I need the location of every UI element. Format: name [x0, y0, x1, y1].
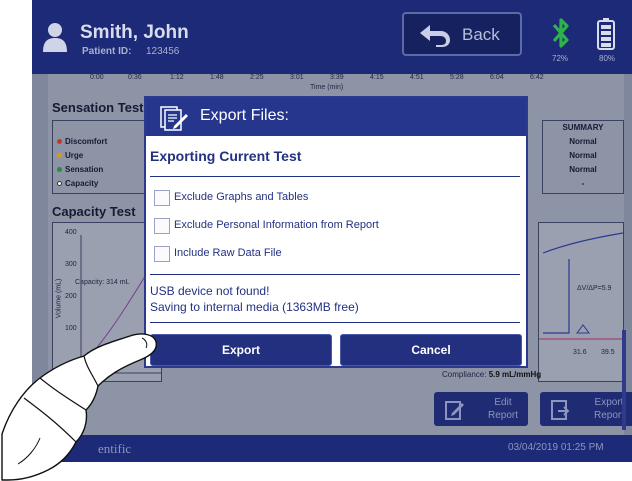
- export-files-icon: [160, 106, 188, 131]
- scrollbar[interactable]: [622, 330, 626, 430]
- exclude-graphs-checkbox[interactable]: [154, 190, 170, 206]
- include-raw-data-label[interactable]: Include Raw Data File: [174, 247, 282, 259]
- compliance-graph: ΔV/ΔP=5.9 31.6 39.5: [538, 222, 624, 382]
- time-tick: 1:12: [170, 74, 184, 81]
- right-tick: 31.6: [573, 349, 587, 356]
- bluetooth-level: 72%: [552, 54, 569, 63]
- battery-level: 80%: [599, 54, 616, 63]
- edit-report-label: Edit Report: [487, 397, 518, 421]
- discomfort-dot-icon: [57, 139, 62, 145]
- ratio-label: ΔV/ΔP=5.9: [577, 285, 612, 292]
- time-tick: 0:00: [90, 74, 104, 81]
- usb-status: USB device not found!: [150, 284, 270, 298]
- back-arrow-icon: [420, 25, 450, 47]
- export-files-dialog: Export Files: Exporting Current Test Exc…: [144, 96, 528, 368]
- sensation-test-title: Sensation Test: [52, 100, 144, 115]
- edit-report-button[interactable]: Edit Report: [434, 392, 528, 426]
- save-location-status: Saving to internal media (1363MB free): [150, 300, 359, 314]
- edit-report-icon: [445, 401, 464, 420]
- time-tick: 3:39: [330, 74, 344, 81]
- time-axis: 0:00 0:36 1:12 1:48 2:25 3:01 3:39 4:15 …: [48, 74, 624, 94]
- date-time: 03/04/2019 01:25 PM: [508, 442, 604, 453]
- battery-icon: [597, 18, 615, 50]
- urge-dot-icon: [57, 153, 62, 159]
- dialog-title: Export Files:: [200, 107, 289, 124]
- export-report-icon: [551, 400, 570, 420]
- sensation-row: Sensation: [57, 165, 103, 174]
- time-axis-label: Time (min): [310, 84, 344, 91]
- back-button[interactable]: Back: [402, 12, 522, 56]
- include-raw-data-checkbox[interactable]: [154, 246, 170, 262]
- top-bar: Smith, John Patient ID: 123456 Back 72% …: [32, 0, 632, 74]
- divider: [150, 176, 520, 177]
- time-tick: 1:48: [210, 74, 224, 81]
- time-tick: 2:25: [250, 74, 264, 81]
- time-tick: 6:04: [490, 74, 504, 81]
- time-tick: 5:28: [450, 74, 464, 81]
- sensation-row: Urge: [57, 151, 83, 160]
- divider: [150, 274, 520, 275]
- exclude-personal-info-label[interactable]: Exclude Personal Information from Report: [174, 219, 379, 231]
- patient-name: Smith, John: [80, 22, 189, 43]
- pointing-hand-icon: [1, 333, 157, 481]
- sensation-row: Capacity: [57, 179, 98, 188]
- time-tick: 0:36: [128, 74, 142, 81]
- export-report-button[interactable]: Export Report: [540, 392, 632, 426]
- back-button-label: Back: [462, 25, 500, 44]
- summary-header: SUMMARY: [562, 123, 604, 132]
- bluetooth-icon: [552, 18, 569, 48]
- time-tick: 3:01: [290, 74, 304, 81]
- exclude-personal-info-checkbox[interactable]: [154, 218, 170, 234]
- patient-id-value: 123456: [146, 46, 180, 57]
- summary-value: Normal: [569, 151, 597, 160]
- capacity-test-title: Capacity Test: [52, 204, 136, 219]
- patient-id-label: Patient ID:: [82, 46, 132, 57]
- capacity-dot-icon: [57, 181, 62, 187]
- compliance-curve: [539, 232, 623, 340]
- divider: [150, 322, 520, 323]
- patient-avatar-icon: [43, 23, 67, 52]
- right-tick: 39.5: [601, 349, 615, 356]
- cancel-button[interactable]: Cancel: [340, 334, 522, 366]
- sensation-row: Discomfort: [57, 137, 107, 146]
- dialog-subtitle: Exporting Current Test: [150, 148, 302, 164]
- summary-value: -: [581, 179, 585, 188]
- summary-value: Normal: [569, 165, 597, 174]
- exclude-graphs-label[interactable]: Exclude Graphs and Tables: [174, 191, 308, 203]
- time-tick: 4:15: [370, 74, 384, 81]
- time-tick: 6:42: [530, 74, 544, 81]
- time-tick: 4:51: [410, 74, 424, 81]
- sensation-dot-icon: [57, 167, 62, 173]
- summary-value: Normal: [569, 137, 597, 146]
- dialog-title-bar: Export Files:: [146, 98, 526, 136]
- summary-table: SUMMARY Normal Normal Normal -: [542, 120, 624, 194]
- compliance-readout: Compliance: 5.9 mL/mmHg: [442, 370, 542, 379]
